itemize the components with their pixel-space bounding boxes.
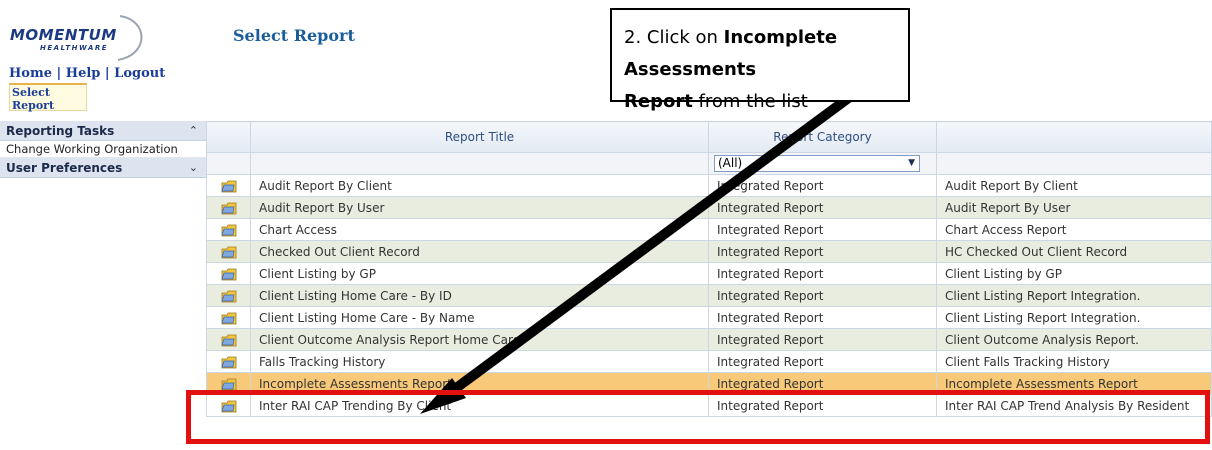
sidebar-item-change-working-organization[interactable]: Change Working Organization	[0, 141, 206, 158]
report-category-cell[interactable]: Integrated Report	[708, 306, 937, 329]
report-description-cell[interactable]: Audit Report By Client	[936, 174, 1212, 197]
report-category-cell[interactable]: Integrated Report	[708, 350, 937, 373]
momentum-logo: MOMENTUM HEALTHWARE	[8, 15, 148, 62]
filter-cell	[250, 152, 709, 175]
table-row[interactable]: Checked Out Client Record Integrated Repo…	[206, 240, 1212, 263]
chevron-down-icon[interactable]: ⌄	[189, 161, 198, 174]
top-navigation: Home | Help | Logout	[9, 66, 165, 81]
logo-text: MOMENTUM	[10, 26, 117, 44]
filter-row: (All) ▼	[206, 152, 1212, 175]
table-row[interactable]: Client Listing Home Care - By ID Integrat…	[206, 284, 1212, 307]
dropdown-arrow-icon[interactable]: ▼	[908, 156, 915, 171]
report-folder-icon[interactable]	[206, 240, 251, 263]
report-title-cell[interactable]: Inter RAI CAP Trending By Client	[250, 394, 709, 417]
report-category-cell[interactable]: Integrated Report	[708, 284, 937, 307]
table-row[interactable]: Audit Report By Client Integrated Report A…	[206, 174, 1212, 197]
report-category-cell[interactable]: Integrated Report	[708, 196, 937, 219]
report-folder-icon[interactable]	[206, 196, 251, 219]
grid-header-row: Report Title Report Category	[206, 121, 1212, 153]
report-description-cell[interactable]: Client Listing Report Integration.	[936, 306, 1212, 329]
report-description-cell[interactable]: Incomplete Assessments Report	[936, 372, 1212, 395]
page-title: Select Report	[233, 26, 355, 45]
report-category-cell[interactable]: Integrated Report	[708, 394, 937, 417]
report-folder-icon[interactable]	[206, 262, 251, 285]
help-link[interactable]: Help	[66, 66, 101, 81]
report-title-cell[interactable]: Client Listing Home Care - By Name	[250, 306, 709, 329]
report-folder-icon[interactable]	[206, 174, 251, 197]
table-row[interactable]: Chart Access Integrated Report Chart Acces…	[206, 218, 1212, 241]
report-description-cell[interactable]: Chart Access Report	[936, 218, 1212, 241]
header-description[interactable]	[936, 121, 1212, 153]
callout-bold-text-2: Report	[624, 91, 693, 112]
nav-separator: |	[56, 66, 62, 81]
report-title-cell[interactable]: Client Outcome Analysis Report Home Care	[250, 328, 709, 351]
report-folder-icon[interactable]	[206, 372, 251, 395]
report-title-cell[interactable]: Checked Out Client Record	[250, 240, 709, 263]
table-row[interactable]: Client Listing by GP Integrated Report Cli…	[206, 262, 1212, 285]
report-description-cell[interactable]: HC Checked Out Client Record	[936, 240, 1212, 263]
filter-cell: (All) ▼	[708, 152, 937, 175]
category-filter-dropdown[interactable]: (All) ▼	[714, 155, 920, 172]
dropdown-value: (All)	[718, 156, 743, 170]
table-row[interactable]: Falls Tracking History Integrated Report C…	[206, 350, 1212, 373]
report-description-cell[interactable]: Client Outcome Analysis Report.	[936, 328, 1212, 351]
filter-cell	[936, 152, 1212, 175]
table-row[interactable]: Inter RAI CAP Trending By Client Integrat…	[206, 394, 1212, 417]
header-report-title[interactable]: Report Title	[250, 121, 709, 153]
report-category-cell[interactable]: Integrated Report	[708, 372, 937, 395]
filter-cell	[206, 152, 251, 175]
report-title-cell[interactable]: Falls Tracking History	[250, 350, 709, 373]
report-description-cell[interactable]: Client Listing by GP	[936, 262, 1212, 285]
report-category-cell[interactable]: Integrated Report	[708, 174, 937, 197]
report-category-cell[interactable]: Integrated Report	[708, 240, 937, 263]
report-folder-icon[interactable]	[206, 328, 251, 351]
report-title-cell[interactable]: Client Listing by GP	[250, 262, 709, 285]
table-row[interactable]: Client Outcome Analysis Report Home Care…	[206, 328, 1212, 351]
sidebar-section-reporting-tasks[interactable]: Reporting Tasks ⌃	[0, 121, 206, 141]
report-folder-icon[interactable]	[206, 306, 251, 329]
tab-select-report[interactable]: Select Report	[9, 83, 87, 112]
home-link[interactable]: Home	[9, 66, 52, 81]
instruction-callout: 2. Click on Incomplete Assessments Repor…	[610, 8, 910, 112]
report-folder-icon[interactable]	[206, 218, 251, 241]
report-folder-icon[interactable]	[206, 284, 251, 307]
report-folder-icon[interactable]	[206, 350, 251, 373]
logo-subtext: HEALTHWARE	[40, 44, 109, 52]
chevron-up-icon[interactable]: ⌃	[189, 124, 198, 137]
report-description-cell[interactable]: Client Listing Report Integration.	[936, 284, 1212, 307]
report-category-cell[interactable]: Integrated Report	[708, 262, 937, 285]
report-title-cell[interactable]: Audit Report By Client	[250, 174, 709, 197]
nav-separator: |	[104, 66, 110, 81]
report-title-cell[interactable]: Incomplete Assessments Report	[250, 372, 709, 395]
callout-text-prefix: 2. Click on	[624, 27, 724, 48]
report-description-cell[interactable]: Audit Report By User	[936, 196, 1212, 219]
header-icon-column	[206, 121, 251, 153]
report-title-cell[interactable]: Audit Report By User	[250, 196, 709, 219]
header-report-category[interactable]: Report Category	[708, 121, 937, 153]
callout-text-suffix: from the list	[692, 91, 808, 112]
report-title-cell[interactable]: Chart Access	[250, 218, 709, 241]
report-category-cell[interactable]: Integrated Report	[708, 218, 937, 241]
sidebar: Reporting Tasks ⌃ Change Working Organiz…	[0, 121, 206, 178]
report-category-cell[interactable]: Integrated Report	[708, 328, 937, 351]
sidebar-section-user-preferences[interactable]: User Preferences ⌄	[0, 158, 206, 178]
logout-link[interactable]: Logout	[114, 66, 165, 81]
sidebar-section-label: Reporting Tasks	[6, 123, 115, 138]
table-row[interactable]: Client Listing Home Care - By Name Integr…	[206, 306, 1212, 329]
sidebar-section-label: User Preferences	[6, 160, 123, 175]
report-folder-icon[interactable]	[206, 394, 251, 417]
table-row[interactable]: Audit Report By User Integrated Report Aud…	[206, 196, 1212, 219]
report-description-cell[interactable]: Client Falls Tracking History	[936, 350, 1212, 373]
table-row-selected[interactable]: Incomplete Assessments Report Integrated …	[206, 372, 1212, 395]
report-title-cell[interactable]: Client Listing Home Care - By ID	[250, 284, 709, 307]
report-grid: Report Title Report Category (All) ▼ Aud…	[206, 121, 1212, 417]
report-description-cell[interactable]: Inter RAI CAP Trend Analysis By Resident	[936, 394, 1212, 417]
